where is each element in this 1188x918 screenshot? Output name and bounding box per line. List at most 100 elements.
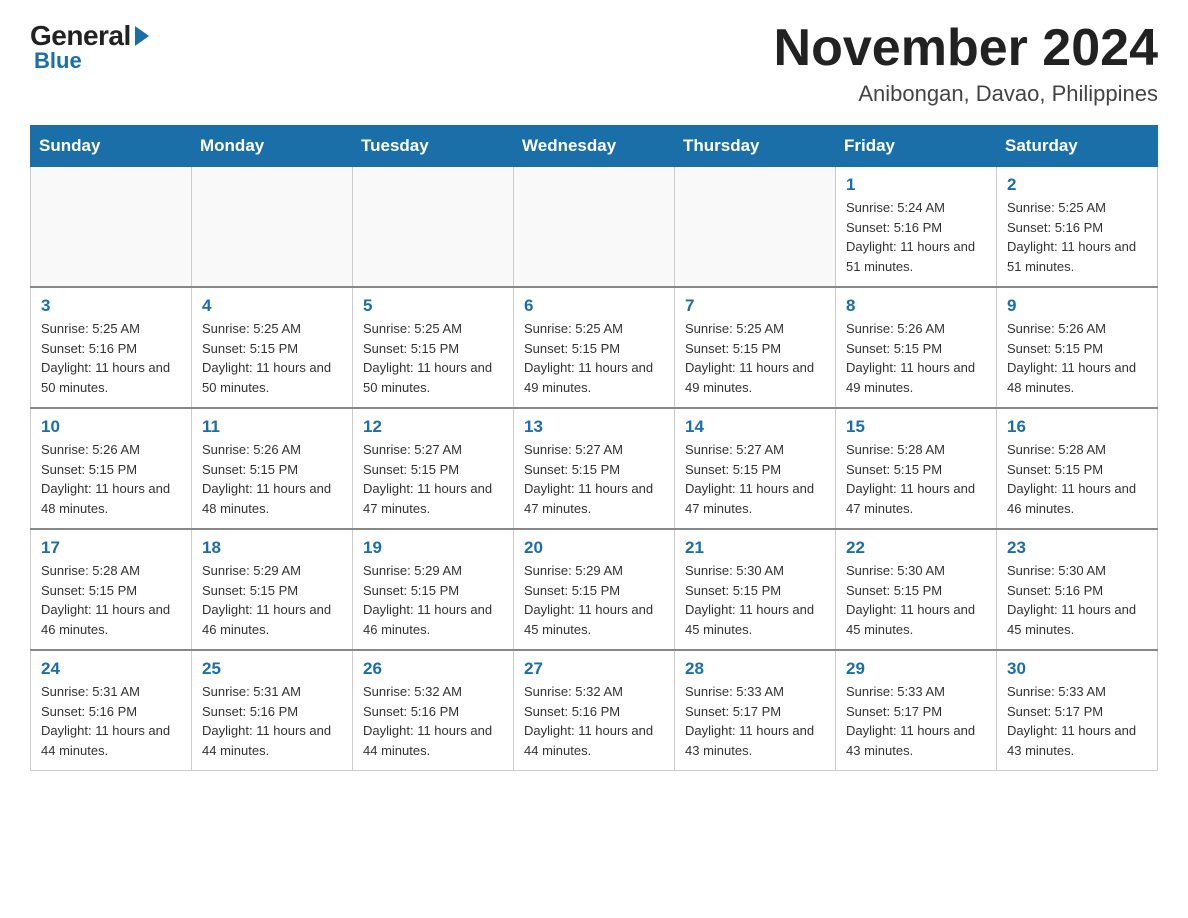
day-number: 22 (846, 538, 986, 558)
calendar-cell: 24 Sunrise: 5:31 AM Sunset: 5:16 PM Dayli… (31, 650, 192, 771)
calendar-cell (675, 167, 836, 288)
calendar-cell: 30 Sunrise: 5:33 AM Sunset: 5:17 PM Dayli… (997, 650, 1158, 771)
weekday-header-friday: Friday (836, 126, 997, 167)
day-info: Sunrise: 5:26 AM Sunset: 5:15 PM Dayligh… (1007, 319, 1147, 397)
day-number: 11 (202, 417, 342, 437)
day-info: Sunrise: 5:32 AM Sunset: 5:16 PM Dayligh… (524, 682, 664, 760)
logo-blue-text: Blue (34, 48, 82, 74)
day-info: Sunrise: 5:27 AM Sunset: 5:15 PM Dayligh… (685, 440, 825, 518)
page-header: General Blue November 2024 Anibongan, Da… (30, 20, 1158, 107)
calendar-cell: 20 Sunrise: 5:29 AM Sunset: 5:15 PM Dayli… (514, 529, 675, 650)
calendar-week-row: 1Sunrise: 5:24 AM Sunset: 5:16 PM Daylig… (31, 167, 1158, 288)
day-number: 16 (1007, 417, 1147, 437)
calendar-cell: 23 Sunrise: 5:30 AM Sunset: 5:16 PM Dayli… (997, 529, 1158, 650)
day-number: 15 (846, 417, 986, 437)
day-number: 21 (685, 538, 825, 558)
calendar-table: SundayMondayTuesdayWednesdayThursdayFrid… (30, 125, 1158, 771)
day-info: Sunrise: 5:30 AM Sunset: 5:15 PM Dayligh… (685, 561, 825, 639)
day-number: 6 (524, 296, 664, 316)
day-number: 4 (202, 296, 342, 316)
calendar-cell: 7 Sunrise: 5:25 AM Sunset: 5:15 PM Daylig… (675, 287, 836, 408)
weekday-header-tuesday: Tuesday (353, 126, 514, 167)
calendar-cell (514, 167, 675, 288)
calendar-cell: 27 Sunrise: 5:32 AM Sunset: 5:16 PM Dayli… (514, 650, 675, 771)
day-info: Sunrise: 5:25 AM Sunset: 5:15 PM Dayligh… (524, 319, 664, 397)
calendar-header-row: SundayMondayTuesdayWednesdayThursdayFrid… (31, 126, 1158, 167)
calendar-cell: 14 Sunrise: 5:27 AM Sunset: 5:15 PM Dayli… (675, 408, 836, 529)
calendar-week-row: 17 Sunrise: 5:28 AM Sunset: 5:15 PM Dayli… (31, 529, 1158, 650)
month-title: November 2024 (774, 20, 1158, 77)
day-info: Sunrise: 5:29 AM Sunset: 5:15 PM Dayligh… (202, 561, 342, 639)
day-info: Sunrise: 5:25 AM Sunset: 5:15 PM Dayligh… (202, 319, 342, 397)
day-info: Sunrise: 5:31 AM Sunset: 5:16 PM Dayligh… (202, 682, 342, 760)
calendar-cell: 25 Sunrise: 5:31 AM Sunset: 5:16 PM Dayli… (192, 650, 353, 771)
day-number: 1 (846, 175, 986, 195)
day-number: 24 (41, 659, 181, 679)
calendar-cell: 6 Sunrise: 5:25 AM Sunset: 5:15 PM Daylig… (514, 287, 675, 408)
day-number: 17 (41, 538, 181, 558)
day-info: Sunrise: 5:26 AM Sunset: 5:15 PM Dayligh… (41, 440, 181, 518)
day-info: Sunrise: 5:30 AM Sunset: 5:15 PM Dayligh… (846, 561, 986, 639)
day-number: 19 (363, 538, 503, 558)
calendar-cell: 11 Sunrise: 5:26 AM Sunset: 5:15 PM Dayli… (192, 408, 353, 529)
weekday-header-saturday: Saturday (997, 126, 1158, 167)
day-info: Sunrise: 5:32 AM Sunset: 5:16 PM Dayligh… (363, 682, 503, 760)
weekday-header-thursday: Thursday (675, 126, 836, 167)
day-number: 27 (524, 659, 664, 679)
day-info: Sunrise: 5:28 AM Sunset: 5:15 PM Dayligh… (41, 561, 181, 639)
location-title: Anibongan, Davao, Philippines (774, 81, 1158, 107)
day-number: 2 (1007, 175, 1147, 195)
day-info: Sunrise: 5:29 AM Sunset: 5:15 PM Dayligh… (524, 561, 664, 639)
day-info: Sunrise: 5:33 AM Sunset: 5:17 PM Dayligh… (685, 682, 825, 760)
calendar-cell: 26 Sunrise: 5:32 AM Sunset: 5:16 PM Dayli… (353, 650, 514, 771)
calendar-cell: 3Sunrise: 5:25 AM Sunset: 5:16 PM Daylig… (31, 287, 192, 408)
calendar-cell: 17 Sunrise: 5:28 AM Sunset: 5:15 PM Dayli… (31, 529, 192, 650)
calendar-cell: 13Sunrise: 5:27 AM Sunset: 5:15 PM Dayli… (514, 408, 675, 529)
calendar-cell: 8Sunrise: 5:26 AM Sunset: 5:15 PM Daylig… (836, 287, 997, 408)
day-number: 7 (685, 296, 825, 316)
calendar-cell: 29Sunrise: 5:33 AM Sunset: 5:17 PM Dayli… (836, 650, 997, 771)
calendar-cell (353, 167, 514, 288)
day-number: 30 (1007, 659, 1147, 679)
calendar-cell: 1Sunrise: 5:24 AM Sunset: 5:16 PM Daylig… (836, 167, 997, 288)
day-number: 14 (685, 417, 825, 437)
calendar-cell (31, 167, 192, 288)
calendar-cell: 21 Sunrise: 5:30 AM Sunset: 5:15 PM Dayli… (675, 529, 836, 650)
day-number: 20 (524, 538, 664, 558)
calendar-cell (192, 167, 353, 288)
logo: General Blue (30, 20, 149, 74)
day-info: Sunrise: 5:25 AM Sunset: 5:15 PM Dayligh… (685, 319, 825, 397)
day-info: Sunrise: 5:25 AM Sunset: 5:16 PM Dayligh… (41, 319, 181, 397)
weekday-header-wednesday: Wednesday (514, 126, 675, 167)
day-info: Sunrise: 5:27 AM Sunset: 5:15 PM Dayligh… (363, 440, 503, 518)
day-number: 26 (363, 659, 503, 679)
day-info: Sunrise: 5:26 AM Sunset: 5:15 PM Dayligh… (202, 440, 342, 518)
day-number: 25 (202, 659, 342, 679)
day-info: Sunrise: 5:25 AM Sunset: 5:15 PM Dayligh… (363, 319, 503, 397)
weekday-header-sunday: Sunday (31, 126, 192, 167)
calendar-cell: 5 Sunrise: 5:25 AM Sunset: 5:15 PM Daylig… (353, 287, 514, 408)
calendar-week-row: 10 Sunrise: 5:26 AM Sunset: 5:15 PM Dayli… (31, 408, 1158, 529)
calendar-cell: 15 Sunrise: 5:28 AM Sunset: 5:15 PM Dayli… (836, 408, 997, 529)
logo-arrow-icon (135, 26, 149, 46)
day-info: Sunrise: 5:28 AM Sunset: 5:15 PM Dayligh… (1007, 440, 1147, 518)
day-number: 12 (363, 417, 503, 437)
day-info: Sunrise: 5:30 AM Sunset: 5:16 PM Dayligh… (1007, 561, 1147, 639)
calendar-cell: 16 Sunrise: 5:28 AM Sunset: 5:15 PM Dayli… (997, 408, 1158, 529)
day-info: Sunrise: 5:28 AM Sunset: 5:15 PM Dayligh… (846, 440, 986, 518)
day-number: 10 (41, 417, 181, 437)
calendar-cell: 10 Sunrise: 5:26 AM Sunset: 5:15 PM Dayli… (31, 408, 192, 529)
day-info: Sunrise: 5:31 AM Sunset: 5:16 PM Dayligh… (41, 682, 181, 760)
calendar-cell: 18 Sunrise: 5:29 AM Sunset: 5:15 PM Dayli… (192, 529, 353, 650)
calendar-cell: 19Sunrise: 5:29 AM Sunset: 5:15 PM Dayli… (353, 529, 514, 650)
day-number: 18 (202, 538, 342, 558)
title-section: November 2024 Anibongan, Davao, Philippi… (774, 20, 1158, 107)
calendar-week-row: 24 Sunrise: 5:31 AM Sunset: 5:16 PM Dayli… (31, 650, 1158, 771)
day-number: 8 (846, 296, 986, 316)
day-number: 29 (846, 659, 986, 679)
calendar-cell: 28Sunrise: 5:33 AM Sunset: 5:17 PM Dayli… (675, 650, 836, 771)
day-number: 5 (363, 296, 503, 316)
calendar-cell: 4 Sunrise: 5:25 AM Sunset: 5:15 PM Daylig… (192, 287, 353, 408)
day-info: Sunrise: 5:33 AM Sunset: 5:17 PM Dayligh… (1007, 682, 1147, 760)
day-number: 23 (1007, 538, 1147, 558)
